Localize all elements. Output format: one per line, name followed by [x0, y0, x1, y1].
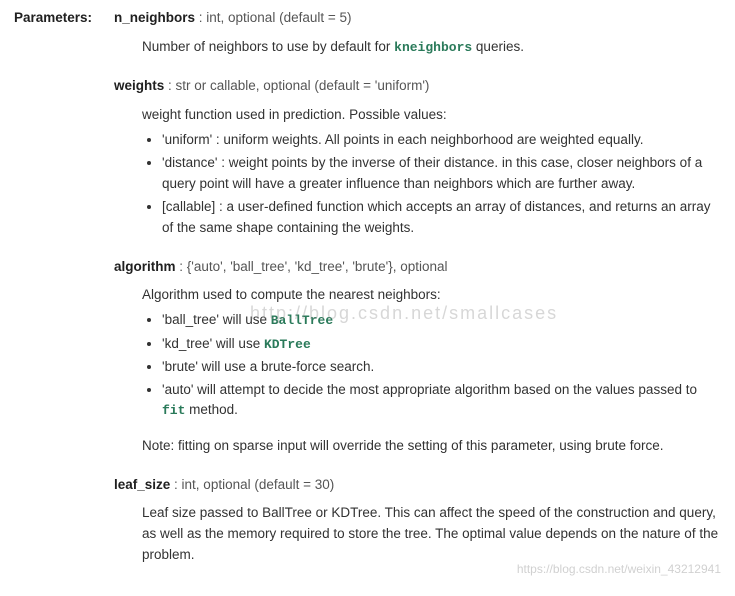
param-n-neighbors: n_neighbors : int, optional (default = 5…	[114, 8, 721, 58]
algorithm-options-list: 'ball_tree' will use BallTree 'kd_tree' …	[142, 310, 721, 421]
list-item: 'uniform' : uniform weights. All points …	[162, 130, 721, 151]
algorithm-note: Note: fitting on sparse input will overr…	[142, 436, 721, 457]
param-description: Number of neighbors to use by default fo…	[142, 37, 721, 58]
param-type: : {'auto', 'ball_tree', 'kd_tree', 'brut…	[176, 259, 448, 274]
param-name: n_neighbors	[114, 10, 195, 25]
list-item: 'brute' will use a brute-force search.	[162, 357, 721, 378]
parameters-content: n_neighbors : int, optional (default = 5…	[114, 8, 721, 584]
param-leaf-size: leaf_size : int, optional (default = 30)…	[114, 475, 721, 567]
list-item: 'ball_tree' will use BallTree	[162, 310, 721, 331]
param-name: weights	[114, 78, 164, 93]
desc-intro: weight function used in prediction. Poss…	[142, 105, 721, 126]
param-header: leaf_size : int, optional (default = 30)	[114, 475, 721, 496]
code-balltree: BallTree	[271, 313, 333, 328]
param-weights: weights : str or callable, optional (def…	[114, 76, 721, 238]
parameters-section: Parameters: n_neighbors : int, optional …	[14, 8, 721, 584]
desc-intro: Algorithm used to compute the nearest ne…	[142, 285, 721, 306]
param-description: Leaf size passed to BallTree or KDTree. …	[142, 503, 721, 566]
list-item: 'distance' : weight points by the invers…	[162, 153, 721, 195]
opt-text: method.	[185, 402, 238, 417]
weights-options-list: 'uniform' : uniform weights. All points …	[142, 130, 721, 239]
param-name: algorithm	[114, 259, 176, 274]
opt-text: 'kd_tree' will use	[162, 336, 264, 351]
param-header: algorithm : {'auto', 'ball_tree', 'kd_tr…	[114, 257, 721, 278]
param-name: leaf_size	[114, 477, 170, 492]
param-type: : str or callable, optional (default = '…	[164, 78, 429, 93]
opt-text: 'ball_tree' will use	[162, 312, 271, 327]
list-item: 'kd_tree' will use KDTree	[162, 334, 721, 355]
code-kdtree: KDTree	[264, 337, 311, 352]
desc-text: queries.	[472, 39, 524, 54]
param-algorithm: algorithm : {'auto', 'ball_tree', 'kd_tr…	[114, 257, 721, 457]
parameters-label: Parameters:	[14, 8, 114, 29]
param-description: weight function used in prediction. Poss…	[142, 105, 721, 239]
param-description: Algorithm used to compute the nearest ne…	[142, 285, 721, 456]
list-item: [callable] : a user-defined function whi…	[162, 197, 721, 239]
param-header: weights : str or callable, optional (def…	[114, 76, 721, 97]
param-type: : int, optional (default = 5)	[195, 10, 351, 25]
param-header: n_neighbors : int, optional (default = 5…	[114, 8, 721, 29]
code-kneighbors: kneighbors	[394, 40, 472, 55]
param-type: : int, optional (default = 30)	[170, 477, 334, 492]
desc-text: Number of neighbors to use by default fo…	[142, 39, 394, 54]
opt-text: 'auto' will attempt to decide the most a…	[162, 382, 697, 397]
list-item: 'auto' will attempt to decide the most a…	[162, 380, 721, 422]
code-fit: fit	[162, 403, 185, 418]
